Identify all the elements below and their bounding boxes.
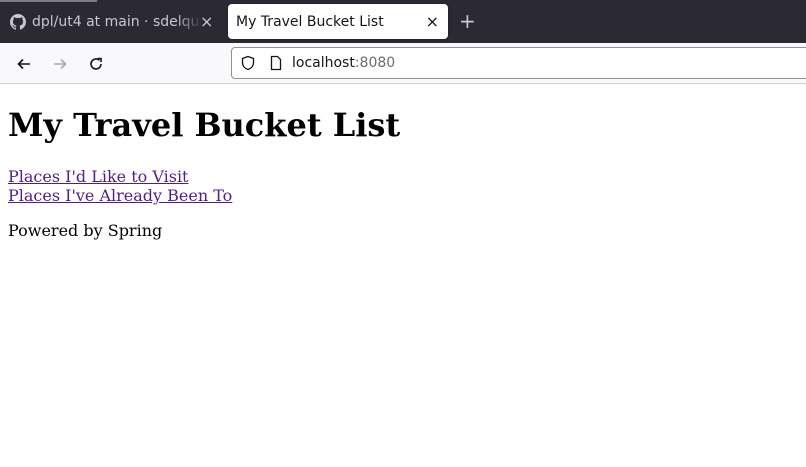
reload-icon[interactable] <box>83 51 109 77</box>
url-host: localhost <box>292 55 355 71</box>
shield-icon[interactable] <box>240 55 256 71</box>
back-arrow-icon[interactable] <box>11 51 37 77</box>
address-bar[interactable]: localhost:8080 <box>231 47 806 79</box>
tab-title: dpl/ut4 at main · sdelquin/dpl <box>32 13 202 30</box>
tab-title: My Travel Bucket List <box>236 13 384 30</box>
page-title: My Travel Bucket List <box>8 106 401 144</box>
forward-arrow-icon[interactable] <box>47 51 73 77</box>
link-places-visited[interactable]: Places I've Already Been To <box>8 186 798 205</box>
github-icon <box>10 13 26 30</box>
tab-github[interactable]: dpl/ut4 at main · sdelquin/dpl × <box>0 0 224 43</box>
footer-text: Powered by Spring <box>8 221 163 240</box>
url-port: :8080 <box>354 55 396 71</box>
new-tab-icon[interactable]: + <box>459 9 476 33</box>
close-tab-icon[interactable]: × <box>200 12 213 31</box>
close-tab-icon[interactable]: × <box>426 12 439 31</box>
link-list: Places I'd Like to Visit Places I've Alr… <box>8 167 798 205</box>
link-places-to-visit[interactable]: Places I'd Like to Visit <box>8 167 798 186</box>
tab-bar: dpl/ut4 at main · sdelquin/dpl × My Trav… <box>0 0 806 43</box>
tab-accent <box>0 0 97 2</box>
url-text: localhost:8080 <box>292 55 395 71</box>
tab-travel-bucket-list[interactable]: My Travel Bucket List × <box>228 4 448 39</box>
page-content: My Travel Bucket List Places I'd Like to… <box>8 84 798 240</box>
page-icon[interactable] <box>268 55 284 71</box>
navigation-toolbar: localhost:8080 <box>0 43 806 84</box>
